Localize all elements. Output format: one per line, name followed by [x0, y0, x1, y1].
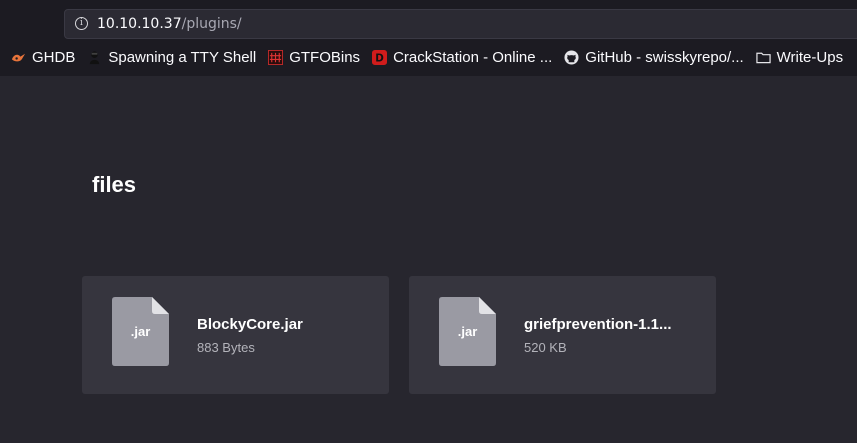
svg-text:D: D — [375, 52, 384, 64]
file-size: 520 KB — [524, 340, 567, 355]
page-title: files — [92, 172, 137, 197]
file-size: 883 Bytes — [197, 340, 255, 355]
url-bar[interactable]: i 10.10.10.37/plugins/ — [64, 9, 857, 39]
bookmark-label: GTFOBins — [289, 48, 361, 66]
browser-chrome: i 10.10.10.37/plugins/ GHDB Spawning a T… — [0, 0, 857, 76]
bookmark-label: Write-Ups — [776, 48, 844, 66]
folder-icon — [756, 52, 771, 63]
github-icon — [564, 49, 579, 65]
info-icon[interactable]: i — [75, 17, 88, 30]
url-text[interactable]: 10.10.10.37/plugins/ — [97, 16, 242, 32]
page-content: files .jar BlockyCore.jar 883 Bytes .jar… — [0, 76, 857, 443]
url-host: 10.10.10.37 — [97, 16, 182, 32]
bookmark-tty-shell[interactable]: Spawning a TTY Shell — [87, 49, 256, 66]
bookmark-label: GHDB — [32, 48, 76, 66]
bookmark-write-ups[interactable]: Write-Ups — [756, 49, 843, 66]
ghdb-icon — [11, 53, 26, 61]
file-name[interactable]: BlockyCore.jar — [197, 316, 303, 333]
file-name[interactable]: griefprevention-1.1... — [524, 316, 672, 333]
file-card-blockycore[interactable]: .jar BlockyCore.jar 883 Bytes — [82, 276, 389, 394]
bookmark-github[interactable]: GitHub - swisskyrepo/... — [564, 48, 744, 66]
url-path: /plugins/ — [181, 16, 242, 32]
crackstation-icon: D — [372, 49, 388, 65]
bookmark-crackstation[interactable]: D CrackStation - Online ... — [372, 49, 552, 66]
tty-shell-icon — [90, 50, 100, 64]
bookmark-label: CrackStation - Online ... — [393, 48, 553, 66]
bookmark-label: Spawning a TTY Shell — [108, 48, 257, 66]
bookmark-ghdb[interactable]: GHDB — [11, 49, 75, 66]
bookmark-label: GitHub - swisskyrepo/... — [585, 48, 744, 66]
bookmarks-toolbar: GHDB Spawning a TTY Shell GTFOBins D Cra… — [0, 44, 857, 70]
bookmark-gtfobins[interactable]: GTFOBins — [268, 49, 360, 66]
gtfobins-icon — [268, 49, 284, 65]
file-extension: .jar — [457, 324, 478, 339]
file-extension: .jar — [130, 324, 151, 339]
file-card-griefprevention[interactable]: .jar griefprevention-1.1... 520 KB — [409, 276, 716, 394]
